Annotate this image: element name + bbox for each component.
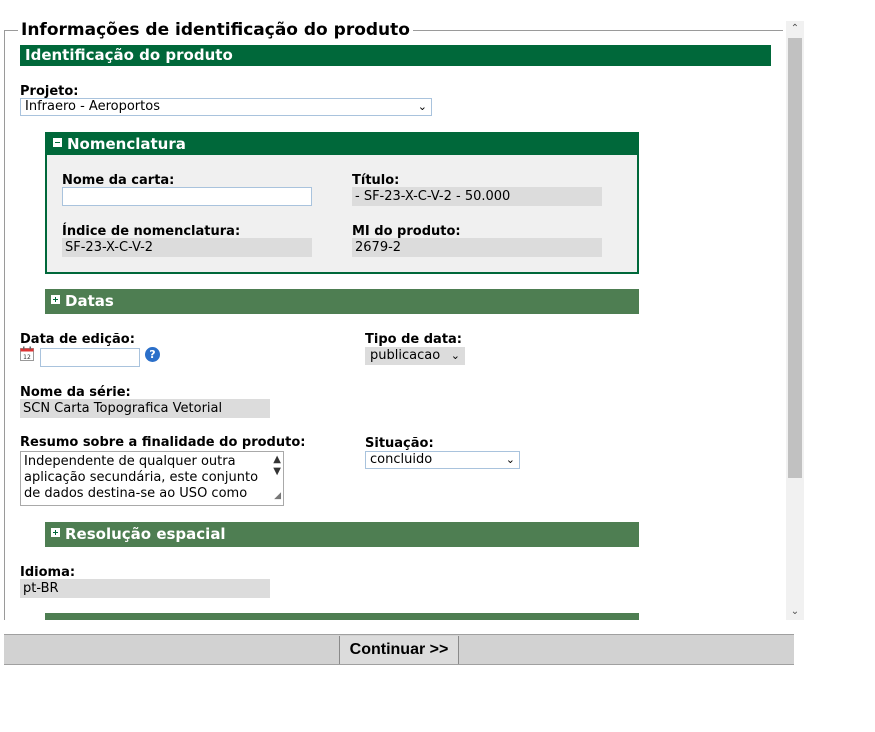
nome-serie-label: Nome da série: — [20, 385, 131, 400]
nomenclatura-header[interactable]: Nomenclatura — [47, 134, 637, 155]
titulo-value: - SF-23-X-C-V-2 - 50.000 — [352, 187, 602, 206]
situacao-select[interactable]: concluido ⌄ — [365, 451, 520, 469]
chevron-down-icon: ⌄ — [505, 453, 515, 466]
projeto-select[interactable]: Infraero - Aeroportos ⌄ — [20, 98, 432, 116]
chevron-down-icon: ⌄ — [417, 100, 427, 113]
fieldset-legend: Informações de identificação do produto — [18, 20, 413, 40]
resolucao-title: Resolução espacial — [65, 525, 226, 543]
resumo-label: Resumo sobre a finalidade do produto: — [20, 435, 306, 450]
nome-carta-input[interactable] — [62, 187, 312, 206]
mi-value: 2679-2 — [352, 238, 602, 257]
vertical-scrollbar[interactable]: ⌃ ⌄ — [786, 21, 804, 620]
expand-icon[interactable] — [51, 295, 60, 304]
collapse-icon[interactable] — [53, 138, 62, 147]
nome-serie-value: SCN Carta Topografica Vetorial — [20, 399, 270, 418]
scroll-up-icon[interactable]: ⌃ — [786, 21, 804, 37]
expand-icon[interactable] — [51, 528, 60, 537]
help-icon[interactable]: ? — [145, 347, 160, 362]
idioma-label: Idioma: — [20, 565, 76, 580]
datas-title: Datas — [65, 292, 114, 310]
titulo-label: Título: — [352, 173, 400, 188]
data-edicao-label: Data de edição: — [20, 332, 135, 347]
resize-grip-icon[interactable]: ◢ — [274, 488, 281, 504]
resolucao-section-header[interactable]: Resolução espacial — [45, 522, 639, 547]
indice-value: SF-23-X-C-V-2 — [62, 238, 312, 257]
action-bar: Continuar >> — [4, 634, 794, 665]
scrollbar-thumb[interactable] — [788, 38, 802, 478]
textarea-scroll-arrows[interactable]: ▲ ▼ — [273, 454, 281, 478]
datas-section-header[interactable]: Datas — [45, 289, 639, 314]
idioma-value: pt-BR — [20, 579, 270, 598]
resumo-textarea[interactable]: Independente de qualquer outra aplicação… — [20, 451, 284, 506]
tipo-data-value: publicacao — [370, 348, 441, 363]
chevron-down-icon: ⌄ — [450, 349, 460, 362]
section-header-identificacao: Identificação do produto — [20, 45, 771, 66]
tipo-data-label: Tipo de data: — [365, 332, 462, 347]
nome-carta-label: Nome da carta: — [62, 173, 175, 188]
continue-button[interactable]: Continuar >> — [339, 636, 459, 664]
next-section-header[interactable] — [45, 613, 639, 620]
indice-label: Índice de nomenclatura: — [62, 224, 241, 239]
calendar-icon[interactable]: 12 — [20, 346, 34, 361]
scroll-down-icon[interactable]: ⌄ — [786, 604, 804, 620]
resumo-text: Independente de qualquer outra aplicação… — [24, 454, 259, 501]
svg-text:12: 12 — [23, 354, 31, 361]
nomenclatura-title: Nomenclatura — [67, 135, 186, 153]
mi-label: MI do produto: — [352, 224, 461, 239]
situacao-value: concluido — [370, 452, 433, 467]
tipo-data-select[interactable]: publicacao ⌄ — [365, 347, 465, 365]
data-edicao-input[interactable] — [40, 348, 140, 367]
projeto-select-value: Infraero - Aeroportos — [25, 99, 160, 114]
projeto-label: Projeto: — [20, 84, 79, 99]
form-viewport: Informações de identificação do produto … — [0, 0, 804, 620]
situacao-label: Situação: — [365, 436, 434, 451]
